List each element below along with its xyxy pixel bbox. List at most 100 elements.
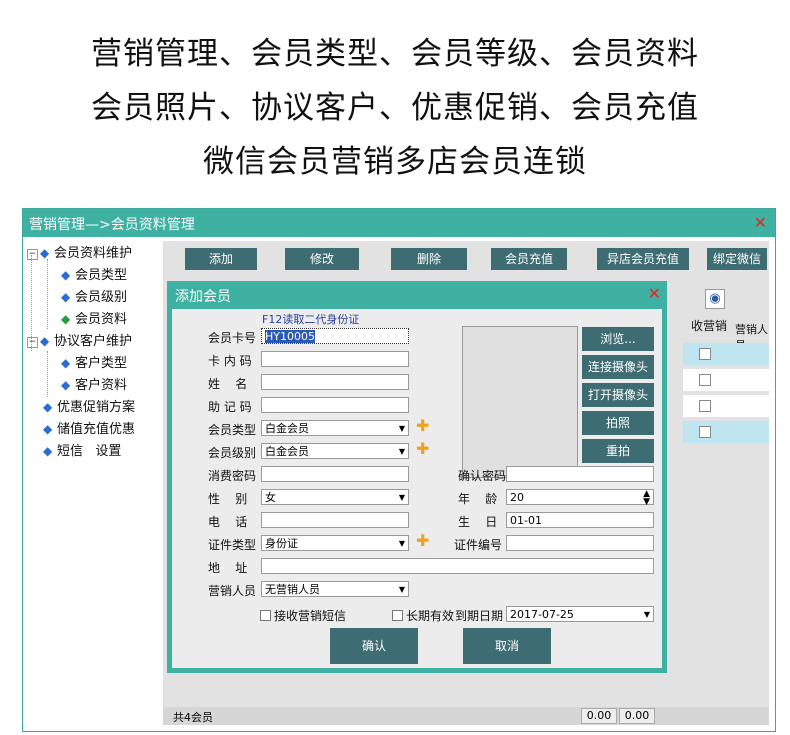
stepper-arrows-icon[interactable]: ▲ ▼ — [643, 490, 650, 507]
item-icon: ◆ — [43, 400, 53, 414]
dropdown-arrow-icon: ▼ — [398, 493, 405, 502]
tree-item-member-maintenance[interactable]: − ◆ 会员资料维护 — [27, 243, 132, 263]
gender-value: 女 — [265, 491, 276, 504]
expiry-date-value: 2017-07-25 — [510, 608, 574, 621]
row-checkbox[interactable] — [699, 400, 711, 412]
expiry-date-label: 到期日期 — [455, 609, 504, 623]
member-level-value: 白金会员 — [265, 445, 309, 458]
receive-sms-label: 接收营销短信 — [274, 609, 347, 623]
tree-item-label: 会员类型 — [75, 268, 128, 283]
delete-button[interactable]: 删除 — [391, 248, 467, 270]
age-stepper[interactable]: 20 ▲ ▼ — [506, 489, 654, 507]
table-row[interactable] — [683, 395, 769, 417]
dialog-close-icon[interactable]: ✕ — [648, 284, 661, 303]
birthday-label: 生 日 — [458, 515, 498, 529]
long-term-label: 长期有效 — [406, 609, 455, 623]
collapse-icon[interactable]: − — [27, 249, 38, 260]
gender-label: 性 别 — [208, 492, 248, 506]
add-button[interactable]: 添加 — [185, 248, 257, 270]
tree-item-agreement-customer[interactable]: − ◆ 协议客户维护 — [27, 331, 132, 351]
collapse-icon[interactable]: − — [27, 337, 38, 348]
table-row[interactable] — [683, 343, 769, 365]
item-icon: ◆ — [61, 290, 71, 304]
id-card-hint: F12读取二代身份证 — [262, 313, 360, 326]
member-count: 共4会员 — [173, 711, 213, 724]
refresh-icon[interactable]: ◉ — [705, 289, 725, 309]
table-row[interactable] — [683, 421, 769, 443]
name-input[interactable] — [261, 374, 409, 390]
tree-item-member-profile[interactable]: ◆ 会员资料 — [61, 309, 127, 329]
item-icon: ◆ — [61, 356, 71, 370]
cancel-button[interactable]: 取消 — [463, 628, 551, 664]
birthday-input[interactable]: 01-01 — [506, 512, 654, 528]
tree-item-label: 客户类型 — [75, 356, 128, 371]
dialog-title: 添加会员 — [175, 289, 231, 305]
tree-item-member-level[interactable]: ◆ 会员级别 — [61, 287, 127, 307]
edit-button[interactable]: 修改 — [285, 248, 359, 270]
mnemonic-label: 助 记 码 — [208, 400, 252, 414]
dropdown-arrow-icon: ▼ — [643, 610, 650, 619]
bind-wechat-button[interactable]: 绑定微信 — [707, 248, 767, 270]
password-input[interactable] — [261, 466, 409, 482]
confirm-button[interactable]: 确认 — [330, 628, 418, 664]
member-photo-frame — [462, 326, 578, 478]
reshoot-button[interactable]: 重拍 — [582, 439, 654, 463]
expiry-date-picker[interactable]: 2017-07-25 ▼ — [506, 606, 654, 622]
member-type-select[interactable]: 白金会员 ▼ — [261, 420, 409, 436]
browse-button[interactable]: 浏览... — [582, 327, 654, 351]
card-no-label: 会员卡号 — [208, 331, 257, 345]
inner-code-input[interactable] — [261, 351, 409, 367]
phone-label: 电 话 — [208, 515, 248, 529]
receive-sms-checkbox[interactable] — [260, 610, 271, 621]
shoot-button[interactable]: 拍照 — [582, 411, 654, 435]
tree-item-customer-profile[interactable]: ◆ 客户资料 — [61, 375, 127, 395]
address-input[interactable] — [261, 558, 654, 574]
member-type-label: 会员类型 — [208, 423, 257, 437]
member-level-label: 会员级别 — [208, 446, 257, 460]
member-type-value: 白金会员 — [265, 422, 309, 435]
tree-item-promotion[interactable]: ◆ 优惠促销方案 — [43, 397, 135, 417]
tree-item-member-type[interactable]: ◆ 会员类型 — [61, 265, 127, 285]
dialog-body: F12读取二代身份证 会员卡号 HY10005 卡 内 码 姓 名 助 记 码 … — [172, 309, 662, 668]
row-checkbox[interactable] — [699, 426, 711, 438]
window-close-icon[interactable]: ✕ — [754, 213, 767, 232]
dropdown-arrow-icon: ▼ — [398, 447, 405, 456]
tree-item-label: 会员级别 — [75, 290, 128, 305]
connect-camera-button[interactable]: 连接摄像头 — [582, 355, 654, 379]
id-type-label: 证件类型 — [208, 538, 257, 552]
long-term-checkbox[interactable] — [392, 610, 403, 621]
remote-recharge-button[interactable]: 异店会员充值 — [597, 248, 689, 270]
inner-code-label: 卡 内 码 — [208, 354, 252, 368]
add-member-type-icon[interactable]: ✚ — [416, 416, 429, 435]
mnemonic-input[interactable] — [261, 397, 409, 413]
card-no-input[interactable]: HY10005 — [261, 328, 409, 344]
password-label: 消费密码 — [208, 469, 257, 483]
salesman-select[interactable]: 无营销人员 ▼ — [261, 581, 409, 597]
add-id-type-icon[interactable]: ✚ — [416, 531, 429, 550]
table-row[interactable] — [683, 369, 769, 391]
column-header-sales[interactable]: 收营销 — [691, 317, 727, 334]
row-checkbox[interactable] — [699, 374, 711, 386]
age-label: 年 龄 — [458, 492, 498, 506]
gender-select[interactable]: 女 ▼ — [261, 489, 409, 505]
add-member-level-icon[interactable]: ✚ — [416, 439, 429, 458]
recharge-button[interactable]: 会员充值 — [491, 248, 567, 270]
tree-item-label: 协议客户维护 — [54, 334, 133, 349]
age-value: 20 — [510, 491, 524, 504]
window-titlebar: 营销管理—>会员资料管理 ✕ — [23, 209, 775, 237]
row-checkbox[interactable] — [699, 348, 711, 360]
headline-line-1: 营销管理、会员类型、会员等级、会员资料 — [91, 36, 699, 72]
status-value-2: 0.00 — [619, 708, 655, 724]
tree-item-recharge-discount[interactable]: ◆ 储值充值优惠 — [43, 419, 135, 439]
id-no-input[interactable] — [506, 535, 654, 551]
window-title: 营销管理—>会员资料管理 — [29, 217, 195, 233]
status-bar: 共4会员 0.00 0.00 — [163, 707, 769, 725]
confirm-password-input[interactable] — [506, 466, 654, 482]
tree-item-customer-type[interactable]: ◆ 客户类型 — [61, 353, 127, 373]
item-icon: ◆ — [61, 312, 71, 326]
tree-item-sms-settings[interactable]: ◆ 短信 设置 — [43, 441, 121, 461]
phone-input[interactable] — [261, 512, 409, 528]
id-type-select[interactable]: 身份证 ▼ — [261, 535, 409, 551]
member-level-select[interactable]: 白金会员 ▼ — [261, 443, 409, 459]
open-camera-button[interactable]: 打开摄像头 — [582, 383, 654, 407]
